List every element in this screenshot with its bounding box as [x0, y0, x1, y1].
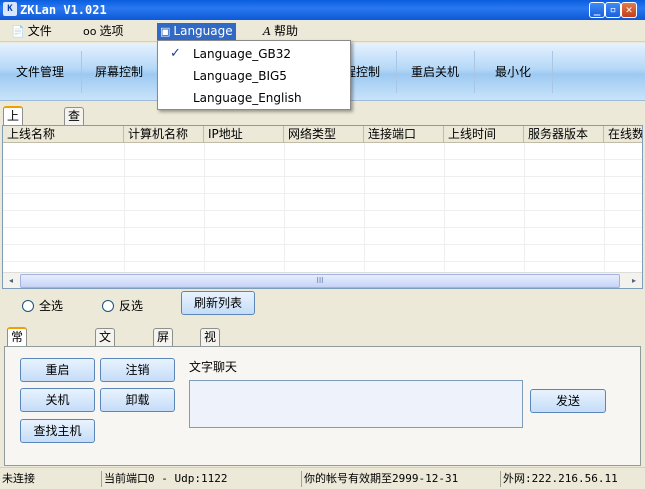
- col-ip-address[interactable]: IP地址: [204, 126, 284, 142]
- tab-screen-wall[interactable]: 屏幕墙: [153, 328, 174, 378]
- language-dropdown: ✓ Language_GB32 Language_BIG5 Language_E…: [157, 40, 351, 110]
- col-connection-port[interactable]: 连接端口: [364, 126, 444, 142]
- select-all-radio[interactable]: 全选: [22, 297, 63, 314]
- file-manager-button[interactable]: 文件管理: [0, 43, 80, 101]
- radio-circle-icon: [22, 299, 34, 312]
- screen-control-button[interactable]: 屏幕控制: [82, 43, 156, 101]
- file-menu-icon: 📄: [11, 25, 25, 38]
- logout-button[interactable]: 注销: [100, 358, 175, 382]
- table-row: [3, 245, 642, 262]
- col-online-count[interactable]: 在线数: [604, 126, 642, 142]
- menu-options[interactable]: oo 选项: [80, 23, 126, 40]
- radio-circle-icon: [102, 299, 114, 312]
- language-icon: ▣: [160, 25, 171, 38]
- minimize-button[interactable]: _: [589, 2, 605, 18]
- close-button[interactable]: ✕: [621, 2, 637, 18]
- language-english-item[interactable]: Language_English: [159, 87, 349, 109]
- language-big5-label: Language_BIG5: [193, 69, 287, 83]
- menu-bar: 📄 文件 oo 选项 ▣ Language A 帮助: [0, 20, 645, 42]
- col-server-version[interactable]: 服务器版本: [524, 126, 604, 142]
- toolbar-divider: [552, 51, 553, 93]
- tab-video-wall[interactable]: 视频墙: [200, 328, 221, 378]
- invert-selection-radio[interactable]: 反选: [102, 297, 143, 314]
- table-row: [3, 177, 642, 194]
- glasses-icon: oo: [83, 25, 97, 38]
- tab-online-hosts[interactable]: 上线主机: [3, 106, 24, 174]
- col-network-type[interactable]: 网络类型: [284, 126, 364, 142]
- invert-selection-label: 反选: [119, 299, 144, 313]
- restart-shutdown-button[interactable]: 重启关机: [397, 43, 473, 101]
- minimize-app-button[interactable]: 最小化: [475, 43, 551, 101]
- tab-file-distribution[interactable]: 文件分发: [95, 328, 116, 395]
- refresh-list-button[interactable]: 刷新列表: [181, 291, 255, 315]
- scroll-right-icon[interactable]: ▸: [626, 273, 642, 289]
- menu-help[interactable]: A 帮助: [260, 23, 301, 40]
- table-row: [3, 160, 642, 177]
- select-all-label: 全选: [39, 299, 64, 313]
- menu-help-label: 帮助: [273, 24, 298, 38]
- table-row: [3, 143, 642, 160]
- expiry-status: 你的帐号有效期至2999-12-31: [301, 471, 458, 487]
- tab-broadcast-commands[interactable]: 常用广播命令: [7, 327, 28, 429]
- language-big5-item[interactable]: Language_BIG5: [159, 65, 349, 87]
- restart-button[interactable]: 重启: [20, 358, 95, 382]
- send-button[interactable]: 发送: [530, 389, 606, 413]
- language-gb32-item[interactable]: ✓ Language_GB32: [159, 43, 349, 65]
- uninstall-button[interactable]: 卸载: [100, 388, 175, 412]
- connection-status: 未连接: [2, 472, 35, 485]
- table-row: [3, 194, 642, 211]
- find-host-button[interactable]: 查找主机: [20, 419, 95, 443]
- tab-announcements[interactable]: 查看公告: [64, 107, 85, 174]
- menu-file[interactable]: 📄 文件: [8, 23, 55, 40]
- menu-options-label: 选项: [99, 24, 124, 38]
- host-table-header: 上线名称 计算机名称 IP地址 网络类型 连接端口 上线时间 服务器版本 在线数: [3, 126, 642, 143]
- language-english-label: Language_English: [193, 91, 302, 105]
- app-logo-icon: K: [3, 2, 17, 16]
- table-row: [3, 228, 642, 245]
- horizontal-scrollbar[interactable]: ◂ III ▸: [3, 272, 642, 288]
- scroll-left-icon[interactable]: ◂: [3, 273, 19, 289]
- check-icon: ✓: [170, 46, 181, 61]
- table-row: [3, 211, 642, 228]
- maximize-button[interactable]: ▫: [605, 2, 621, 18]
- port-status: 当前端口0 - Udp:1122: [101, 471, 227, 487]
- col-computer-name[interactable]: 计算机名称: [124, 126, 204, 142]
- wan-ip-status: 外网:222.216.56.11: [500, 471, 618, 487]
- language-gb32-label: Language_GB32: [193, 47, 292, 61]
- help-icon: A: [263, 25, 271, 38]
- host-list: 上线名称 计算机名称 IP地址 网络类型 连接端口 上线时间 服务器版本 在线数…: [2, 125, 643, 289]
- chat-label: 文字聊天: [189, 360, 238, 374]
- shutdown-button[interactable]: 关机: [20, 388, 95, 412]
- menu-file-label: 文件: [27, 24, 52, 38]
- menu-language-label: Language: [173, 24, 233, 38]
- col-online-name[interactable]: 上线名称: [3, 126, 124, 142]
- scroll-thumb[interactable]: III: [20, 274, 620, 288]
- title-bar: K ZKLan V1.021 _ ▫ ✕: [0, 0, 645, 20]
- col-online-time[interactable]: 上线时间: [444, 126, 524, 142]
- chat-input[interactable]: [189, 380, 523, 428]
- menu-language[interactable]: ▣ Language: [157, 23, 236, 40]
- window-title: ZKLan V1.021: [20, 3, 107, 17]
- status-bar: 未连接 当前端口0 - Udp:1122 你的帐号有效期至2999-12-31 …: [0, 467, 645, 489]
